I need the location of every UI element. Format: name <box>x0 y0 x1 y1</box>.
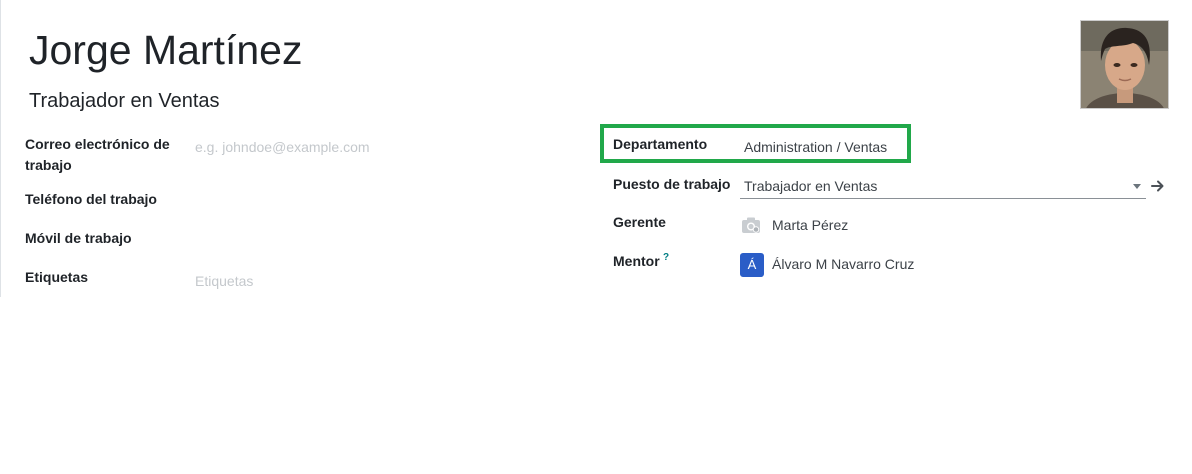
employee-job-title[interactable]: Trabajador en Ventas <box>29 89 220 113</box>
employee-name[interactable]: Jorge Martínez <box>29 26 302 74</box>
employee-photo[interactable] <box>1080 20 1169 109</box>
work-email-field[interactable]: e.g. johndoe@example.com <box>195 137 370 157</box>
department-label: Departamento <box>613 136 708 152</box>
work-phone-label: Teléfono del trabajo <box>25 191 157 207</box>
help-icon[interactable]: ? <box>663 252 669 263</box>
work-email-label: Correo electrónico de trabajo <box>25 136 170 173</box>
coach-field[interactable]: Álvaro M Navarro Cruz <box>772 254 914 274</box>
caret-down-icon[interactable] <box>1133 184 1141 189</box>
mobile-label: Móvil de trabajo <box>25 230 132 246</box>
job-position-label: Puesto de trabajo <box>613 176 731 192</box>
job-position-field[interactable]: Trabajador en Ventas <box>744 176 877 196</box>
manager-label: Gerente <box>613 214 666 230</box>
tags-field[interactable]: Etiquetas <box>195 271 253 291</box>
manager-field[interactable]: Marta Pérez <box>772 215 848 235</box>
coach-avatar: Á <box>740 253 764 277</box>
job-position-underline <box>740 198 1146 199</box>
camera-icon <box>742 217 760 233</box>
arrow-right-icon[interactable] <box>1151 178 1165 194</box>
employee-photo-image <box>1081 21 1168 108</box>
department-field[interactable]: Administration / Ventas <box>744 137 887 157</box>
tags-label: Etiquetas <box>25 269 89 285</box>
coach-label: Mentor <box>613 253 660 269</box>
sheet-left-border <box>0 0 1 297</box>
